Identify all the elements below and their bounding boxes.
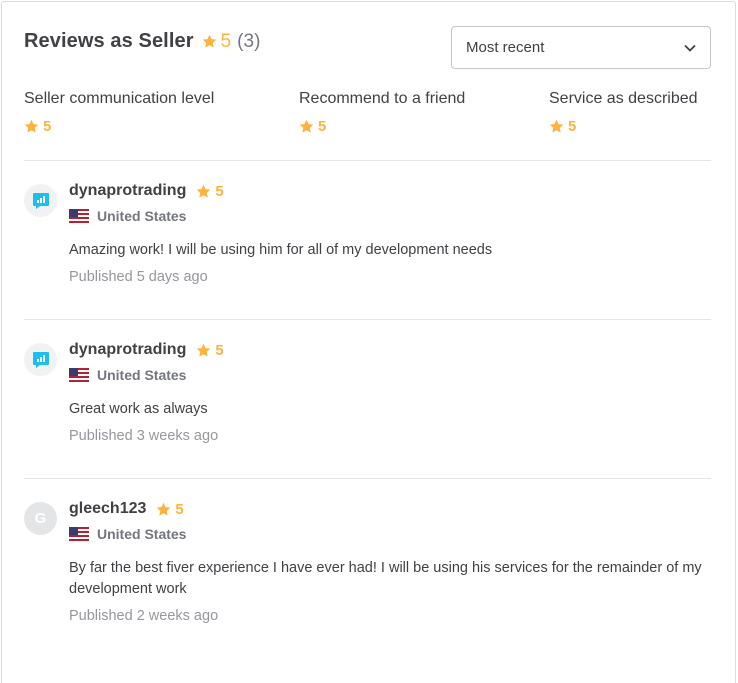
review-text: By far the best fiver experience I have … — [69, 560, 702, 597]
breakdown-rating: 5 — [549, 118, 698, 135]
breakdown-label: Service as described — [549, 90, 698, 107]
chevron-down-icon — [684, 44, 696, 52]
breakdown-score: 5 — [43, 118, 52, 135]
divider — [24, 160, 711, 161]
sort-dropdown[interactable]: Most recent — [451, 26, 711, 69]
review-score: 5 — [215, 182, 224, 200]
divider — [24, 319, 711, 320]
country-name: United States — [97, 526, 187, 542]
overall-score: 5 — [220, 30, 232, 52]
review-date: Published 5 days ago — [69, 269, 208, 285]
reviewer-username[interactable]: gleech123 — [69, 500, 146, 518]
star-icon — [157, 502, 171, 516]
star-icon — [299, 119, 314, 133]
chart-logo-icon — [32, 192, 49, 209]
reviewer-username[interactable]: dynaprotrading — [69, 341, 186, 359]
review-score: 5 — [175, 500, 184, 518]
star-icon — [24, 119, 39, 133]
review-date: Published 3 weeks ago — [69, 428, 219, 444]
star-icon — [197, 343, 211, 357]
review-text: Amazing work! I will be using him for al… — [69, 242, 493, 258]
review-body: dynaprotrading 5 United States Great wor… — [69, 341, 709, 444]
review-body: gleech123 5 United States By far the bes… — [69, 500, 709, 624]
avatar[interactable]: G — [24, 502, 57, 535]
us-flag-icon — [69, 209, 89, 223]
country-name: United States — [97, 367, 187, 383]
star-icon — [202, 34, 216, 48]
us-flag-icon — [69, 368, 89, 382]
reviewer-country: United States — [69, 526, 709, 542]
breakdown-rating: 5 — [24, 118, 214, 135]
review-header: dynaprotrading 5 — [69, 182, 709, 200]
breakdown-score: 5 — [568, 118, 577, 135]
breakdown-score: 5 — [318, 118, 327, 135]
us-flag-icon — [69, 527, 89, 541]
reviewer-country: United States — [69, 367, 709, 383]
breakdown-communication: Seller communication level 5 — [24, 90, 214, 135]
review-score: 5 — [215, 341, 224, 359]
reviewer-username[interactable]: dynaprotrading — [69, 182, 186, 200]
avatar[interactable] — [24, 343, 57, 376]
divider — [24, 478, 711, 479]
star-icon — [549, 119, 564, 133]
review-date: Published 2 weeks ago — [69, 608, 219, 624]
review-header: dynaprotrading 5 — [69, 341, 709, 359]
sort-selected-value: Most recent — [466, 39, 545, 56]
review-text: Great work as always — [69, 401, 208, 417]
star-icon — [197, 184, 211, 198]
breakdown-rating: 5 — [299, 118, 465, 135]
breakdown-recommend: Recommend to a friend 5 — [299, 90, 465, 135]
breakdown-service: Service as described 5 — [549, 90, 698, 135]
review-header: gleech123 5 — [69, 500, 709, 518]
review-count: (3) — [237, 30, 261, 52]
avatar[interactable] — [24, 184, 57, 217]
reviewer-country: United States — [69, 208, 709, 224]
breakdown-label: Recommend to a friend — [299, 90, 466, 107]
reviews-title: Reviews as Seller — [24, 30, 194, 52]
breakdown-label: Seller communication level — [24, 90, 215, 107]
chart-logo-icon — [32, 351, 49, 368]
country-name: United States — [97, 208, 187, 224]
review-body: dynaprotrading 5 United States Amazing w… — [69, 182, 709, 285]
reviews-header: Reviews as Seller 5 (3) — [24, 30, 260, 53]
